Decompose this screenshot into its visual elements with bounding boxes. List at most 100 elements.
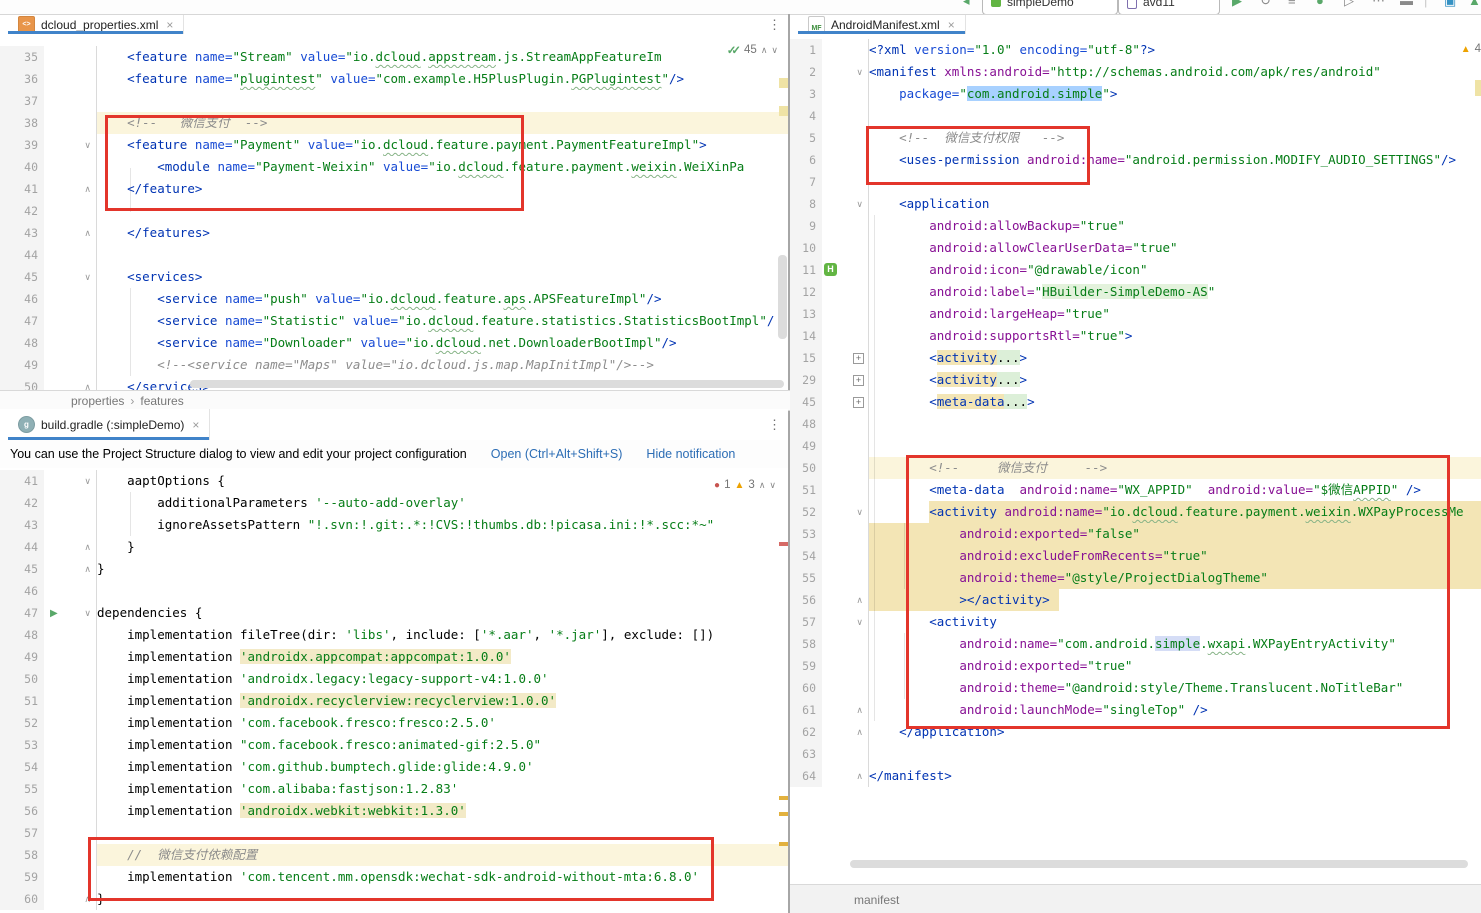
inspections-widget[interactable]: ▲ 4 xyxy=(1457,42,1481,56)
fold-marker-icon[interactable]: ∧ xyxy=(856,699,863,721)
close-icon[interactable]: × xyxy=(192,418,199,432)
code-token: > xyxy=(1110,86,1118,101)
error-stripe-mark[interactable] xyxy=(779,796,788,800)
line-number: 46 xyxy=(0,288,38,310)
inspections-widget[interactable]: ✓✓ 45 ∧ ∨ xyxy=(723,42,782,58)
fold-marker-icon[interactable]: ∧ xyxy=(84,888,91,910)
code-text: implementation 'com.alibaba:fastjson:1.2… xyxy=(97,778,788,800)
horizontal-scrollbar[interactable] xyxy=(190,380,784,388)
next-problem-icon[interactable]: ∨ xyxy=(769,480,776,491)
run-icon[interactable]: ▶ xyxy=(1232,0,1242,9)
error-stripe-mark[interactable] xyxy=(779,542,788,546)
code-token: .feature.payment. xyxy=(1178,504,1306,519)
next-problem-icon[interactable]: ∨ xyxy=(771,45,778,56)
code-token xyxy=(869,504,929,519)
fold-marker-icon[interactable]: ∨ xyxy=(84,470,91,492)
stop-icon[interactable]: ▬ xyxy=(1400,0,1413,8)
code-line: 59 implementation 'com.tencent.mm.opensd… xyxy=(0,866,788,888)
code-text: <service name="Statistic" value="io.dclo… xyxy=(97,310,788,332)
code-token: android:name= xyxy=(959,636,1057,651)
fold-expand-icon[interactable]: + xyxy=(853,353,864,364)
fold-expand-icon[interactable]: + xyxy=(853,397,864,408)
gutter: 39 ∨ xyxy=(0,134,97,156)
fold-expand-icon[interactable]: + xyxy=(853,375,864,386)
error-stripe-mark[interactable] xyxy=(779,812,788,816)
fold-marker-icon[interactable]: ∨ xyxy=(856,193,863,215)
fold-marker-icon[interactable]: ∧ xyxy=(84,376,91,390)
breadcrumb-item-manifest[interactable]: manifest xyxy=(854,893,899,907)
apply-changes-icon[interactable]: ↻ xyxy=(1260,0,1271,9)
run-configuration-select[interactable]: simpleDemo xyxy=(982,0,1118,15)
code-text: } xyxy=(97,558,788,580)
fold-marker-icon[interactable]: ∧ xyxy=(84,178,91,200)
device-select[interactable]: avd11 xyxy=(1118,0,1220,15)
breadcrumb-item-properties[interactable]: properties xyxy=(71,394,124,408)
fold-marker-icon[interactable]: ∧ xyxy=(856,589,863,611)
code-token: "utf-8" xyxy=(1087,42,1140,57)
vertical-scrollbar[interactable] xyxy=(778,255,787,339)
fold-marker-icon[interactable]: ∨ xyxy=(84,134,91,156)
hide-notification-link[interactable]: Hide notification xyxy=(646,447,735,461)
open-project-structure-link[interactable]: Open (Ctrl+Alt+Shift+S) xyxy=(491,447,623,461)
fold-marker-icon[interactable]: ∨ xyxy=(856,611,863,633)
code-text: <feature name="Stream" value="io.dcloud.… xyxy=(97,46,788,68)
inspections-widget[interactable]: ● 1 ▲ 3 ∧ ∨ xyxy=(710,478,780,492)
horizontal-scrollbar[interactable] xyxy=(850,860,1468,868)
gutter: 43 xyxy=(0,514,97,536)
line-number: 54 xyxy=(0,756,38,778)
more-actions-icon[interactable]: ⋯ xyxy=(1372,0,1385,9)
editor-build-gradle[interactable]: 41∨ aaptOptions {42 additionalParameters… xyxy=(0,468,788,913)
code-token xyxy=(97,335,157,350)
gutter: 49 xyxy=(0,646,97,668)
fold-marker-icon[interactable]: ∧ xyxy=(84,558,91,580)
run-gutter-icon[interactable]: ▶ xyxy=(50,603,58,625)
code-token xyxy=(97,803,127,818)
code-token: implementation xyxy=(127,715,240,730)
code-text: <activity android:name="io.dcloud.featur… xyxy=(869,501,1481,523)
fold-marker-icon[interactable]: ∧ xyxy=(856,765,863,787)
drawable-preview-icon[interactable]: H xyxy=(824,263,837,276)
sync-device-icon[interactable]: ▣ xyxy=(1444,0,1456,9)
more-options-icon[interactable]: ⋮ xyxy=(768,17,781,33)
tab-android-manifest[interactable]: MF AndroidManifest.xml × xyxy=(798,15,966,34)
breadcrumb-item-features[interactable]: features xyxy=(140,394,183,408)
code-token: "io. xyxy=(345,49,375,64)
error-stripe-mark[interactable] xyxy=(779,78,788,88)
apply-code-changes-icon[interactable]: ≡ xyxy=(1288,0,1296,8)
error-stripe-mark[interactable] xyxy=(1475,80,1481,96)
close-icon[interactable]: × xyxy=(948,18,955,32)
code-text: <module name="Payment-Weixin" value="io.… xyxy=(97,156,788,178)
fold-marker-icon[interactable]: ∨ xyxy=(856,61,863,83)
code-text: android:largeHeap="true" xyxy=(869,303,1481,325)
prev-problem-icon[interactable]: ∧ xyxy=(759,480,766,491)
code-token: .feature. xyxy=(436,291,504,306)
code-text: implementation 'androidx.legacy:legacy-s… xyxy=(97,668,788,690)
code-text: <activity...> xyxy=(869,347,1481,369)
debug-icon[interactable]: ● xyxy=(1316,0,1324,8)
fold-marker-icon[interactable]: ∧ xyxy=(856,721,863,743)
editor-dcloud-properties[interactable]: 35 <feature name="Stream" value="io.dclo… xyxy=(0,34,788,390)
line-number: 39 xyxy=(0,134,38,156)
fold-marker-icon[interactable]: ∨ xyxy=(84,602,91,624)
editor-android-manifest[interactable]: 1<?xml version="1.0" encoding="utf-8"?>2… xyxy=(790,34,1481,871)
fold-marker-icon[interactable]: ∧ xyxy=(84,222,91,244)
prev-problem-icon[interactable]: ∧ xyxy=(761,45,768,56)
code-line: 52 implementation 'com.facebook.fresco:f… xyxy=(0,712,788,734)
back-icon[interactable]: ◂ xyxy=(963,0,970,9)
fold-marker-icon[interactable]: ∨ xyxy=(856,501,863,523)
error-stripe-mark[interactable] xyxy=(779,842,788,846)
gutter: 40 xyxy=(0,156,97,178)
error-stripe-mark[interactable] xyxy=(779,106,788,116)
code-text xyxy=(869,105,1481,127)
close-icon[interactable]: × xyxy=(166,18,173,32)
profile-icon[interactable]: ▷ xyxy=(1344,0,1354,9)
code-token xyxy=(97,473,127,488)
tab-dcloud-properties[interactable]: <> dcloud_properties.xml × xyxy=(8,15,184,34)
code-line: 58 // 微信支付依赖配置 xyxy=(0,844,788,866)
more-options-icon[interactable]: ⋮ xyxy=(768,417,781,433)
fold-marker-icon[interactable]: ∨ xyxy=(84,266,91,288)
fold-marker-icon[interactable]: ∧ xyxy=(84,536,91,558)
line-number: 42 xyxy=(0,492,38,514)
tab-build-gradle[interactable]: g build.gradle (:simpleDemo) × xyxy=(8,409,210,440)
device-manager-icon[interactable]: ▲ xyxy=(1468,0,1481,8)
